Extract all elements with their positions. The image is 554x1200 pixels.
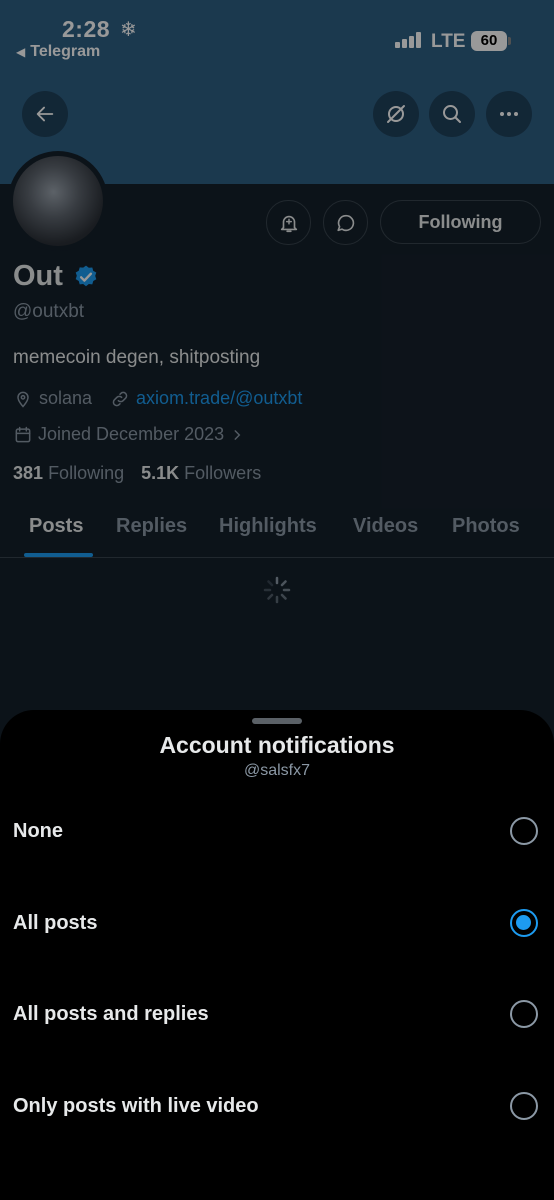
option-all-posts[interactable]: All posts — [0, 889, 554, 959]
radio-button-selected[interactable] — [510, 909, 538, 937]
option-all-posts-and-replies[interactable]: All posts and replies — [0, 980, 554, 1050]
radio-button[interactable] — [510, 1000, 538, 1028]
radio-button[interactable] — [510, 1092, 538, 1120]
sheet-grabber[interactable] — [252, 718, 302, 724]
option-label: All posts and replies — [13, 1003, 209, 1025]
option-label: Only posts with live video — [13, 1095, 259, 1117]
option-live-video[interactable]: Only posts with live video — [0, 1072, 554, 1142]
option-label: All posts — [13, 912, 98, 934]
account-notifications-sheet: Account notifications @salsfx7 None All … — [0, 710, 554, 1200]
option-none[interactable]: None — [0, 797, 554, 867]
sheet-subtitle: @salsfx7 — [243, 762, 311, 779]
radio-button[interactable] — [510, 817, 538, 845]
option-label: None — [13, 820, 63, 842]
sheet-title: Account notifications — [159, 732, 395, 758]
